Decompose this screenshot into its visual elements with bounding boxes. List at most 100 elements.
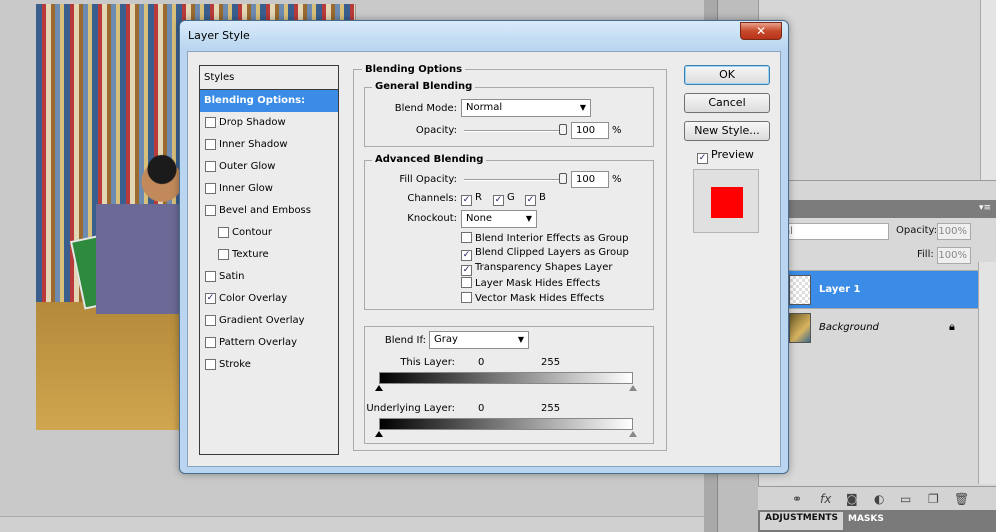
style-checkbox[interactable]: [205, 337, 216, 348]
panel-menu-icon[interactable]: ▾≡: [979, 203, 991, 213]
new-layer-icon[interactable]: ❐: [928, 492, 939, 506]
option-vector-mask-hides-effects[interactable]: Vector Mask Hides Effects: [461, 292, 604, 304]
checkbox-box: [461, 232, 472, 243]
style-item-stroke[interactable]: Stroke: [200, 354, 338, 376]
underlying-layer-max: 255: [541, 403, 561, 414]
knockout-select[interactable]: None ▼: [461, 210, 537, 228]
this-layer-label: This Layer:: [400, 357, 455, 368]
layers-scrollbar[interactable]: [978, 262, 996, 484]
blend-if-group: Blend If: Gray ▼ This Layer: 0 255 Under…: [364, 326, 654, 444]
blend-if-select[interactable]: Gray ▼: [429, 331, 529, 349]
layer-thumbnail: [789, 275, 811, 305]
tab-adjustments[interactable]: ADJUSTMENTS: [760, 512, 843, 530]
ok-button[interactable]: OK: [684, 65, 770, 85]
new-group-icon[interactable]: ▭: [900, 492, 911, 506]
style-item-drop-shadow[interactable]: Drop Shadow: [200, 112, 338, 134]
general-blending-title: General Blending: [372, 81, 476, 92]
dialog-titlebar[interactable]: Layer Style ✕: [180, 21, 788, 49]
layer-blend-mode-select[interactable]: al: [779, 223, 889, 240]
style-item-label: Contour: [232, 227, 272, 238]
layer-row-background[interactable]: Background 🔒︎: [759, 308, 979, 346]
tab-masks[interactable]: MASKS: [848, 514, 884, 524]
adjustments-tab-bar: ADJUSTMENTS MASKS: [758, 510, 996, 532]
this-layer-white-slider[interactable]: [629, 385, 637, 391]
advanced-blending-group: Advanced Blending Fill Opacity: 100 % Ch…: [364, 154, 654, 310]
upper-panel-scrollbar[interactable]: [980, 0, 996, 180]
fill-opacity-field[interactable]: 100: [571, 171, 609, 188]
underlying-black-slider[interactable]: [375, 431, 383, 437]
chevron-down-icon: ▼: [525, 214, 532, 223]
style-item-inner-glow[interactable]: Inner Glow: [200, 178, 338, 200]
opacity-field[interactable]: 100: [571, 122, 609, 139]
style-checkbox[interactable]: [205, 315, 216, 326]
channel-b-label: B: [539, 192, 546, 203]
option-transparency-shapes-layer[interactable]: ✓ Transparency Shapes Layer: [461, 262, 612, 276]
blend-mode-value: Normal: [466, 102, 503, 113]
style-item-label: Stroke: [219, 359, 251, 370]
style-item-pattern-overlay[interactable]: Pattern Overlay: [200, 332, 338, 354]
style-checkbox[interactable]: [205, 271, 216, 282]
preview-checkbox[interactable]: ✓ Preview: [697, 148, 754, 164]
adjustment-layer-icon[interactable]: ◐: [874, 492, 884, 506]
channel-r-checkbox[interactable]: ✓ R: [461, 192, 482, 206]
preview-box: [693, 169, 759, 233]
canvas-horizontal-scrollbar[interactable]: [0, 516, 704, 532]
style-checkbox[interactable]: [218, 249, 229, 260]
styles-list: Styles Blending Options: Default Drop Sha…: [199, 65, 339, 455]
style-item-bevel-and-emboss[interactable]: Bevel and Emboss: [200, 200, 338, 222]
style-checkbox[interactable]: [205, 161, 216, 172]
style-item-label: Outer Glow: [219, 161, 276, 172]
layer-name: Background: [819, 322, 879, 333]
checkbox-box: ✓: [697, 153, 708, 164]
style-checkbox[interactable]: [205, 359, 216, 370]
style-item-color-overlay[interactable]: ✓ Color Overlay: [200, 288, 338, 310]
link-layers-icon[interactable]: ⚭: [792, 492, 802, 506]
fx-icon[interactable]: fx: [820, 492, 831, 506]
opacity-slider-handle[interactable]: [559, 124, 567, 135]
checkbox-box: ✓: [525, 195, 536, 206]
checkbox-box: [461, 292, 472, 303]
style-checkbox[interactable]: [218, 227, 229, 238]
fill-field[interactable]: 100%: [937, 247, 971, 264]
style-item-contour[interactable]: Contour: [200, 222, 338, 244]
style-checkbox[interactable]: [205, 205, 216, 216]
cancel-button[interactable]: Cancel: [684, 93, 770, 113]
add-mask-icon[interactable]: ◙: [846, 492, 858, 506]
delete-layer-icon[interactable]: 🗑︎: [954, 492, 969, 506]
style-checkbox[interactable]: [205, 183, 216, 194]
layer-row-layer-1[interactable]: Layer 1: [759, 270, 979, 308]
channel-g-checkbox[interactable]: ✓ G: [493, 192, 515, 206]
close-button[interactable]: ✕: [740, 22, 782, 40]
style-item-gradient-overlay[interactable]: Gradient Overlay: [200, 310, 338, 332]
opacity-field[interactable]: 100%: [937, 223, 971, 240]
style-item-label: Inner Shadow: [219, 139, 288, 150]
styles-header[interactable]: Styles: [200, 66, 338, 90]
style-item-inner-shadow[interactable]: Inner Shadow: [200, 134, 338, 156]
blend-mode-select[interactable]: Normal ▼: [461, 99, 591, 117]
dialog-title: Layer Style: [188, 29, 250, 42]
option-label: Blend Clipped Layers as Group: [475, 247, 629, 258]
channel-b-checkbox[interactable]: ✓ B: [525, 192, 546, 206]
option-label: Blend Interior Effects as Group: [475, 233, 629, 244]
style-checkbox[interactable]: [205, 117, 216, 128]
fill-opacity-slider-handle[interactable]: [559, 173, 567, 184]
style-item-label: Texture: [232, 249, 269, 260]
layer-thumbnail: [789, 313, 811, 343]
option-layer-mask-hides-effects[interactable]: Layer Mask Hides Effects: [461, 277, 600, 289]
new-style-button[interactable]: New Style...: [684, 121, 770, 141]
style-checkbox[interactable]: [205, 139, 216, 150]
style-item-blending-options-default[interactable]: Blending Options: Default: [200, 90, 338, 128]
fill-opacity-slider[interactable]: [464, 179, 566, 181]
underlying-white-slider[interactable]: [629, 431, 637, 437]
style-item-texture[interactable]: Texture: [200, 244, 338, 266]
style-checkbox[interactable]: ✓: [205, 293, 216, 304]
option-blend-interior-effects-as-group[interactable]: Blend Interior Effects as Group: [461, 232, 628, 244]
option-blend-clipped-layers-as-group[interactable]: ✓ Blend Clipped Layers as Group: [461, 247, 629, 261]
opacity-slider[interactable]: [464, 130, 566, 132]
style-item-satin[interactable]: Satin: [200, 266, 338, 288]
option-label: Vector Mask Hides Effects: [475, 293, 605, 304]
style-item-outer-glow[interactable]: Outer Glow: [200, 156, 338, 178]
channels-label: Channels:: [407, 193, 457, 204]
this-layer-black-slider[interactable]: [375, 385, 383, 391]
layers-tab-bar: RS ▾≡: [759, 200, 996, 218]
